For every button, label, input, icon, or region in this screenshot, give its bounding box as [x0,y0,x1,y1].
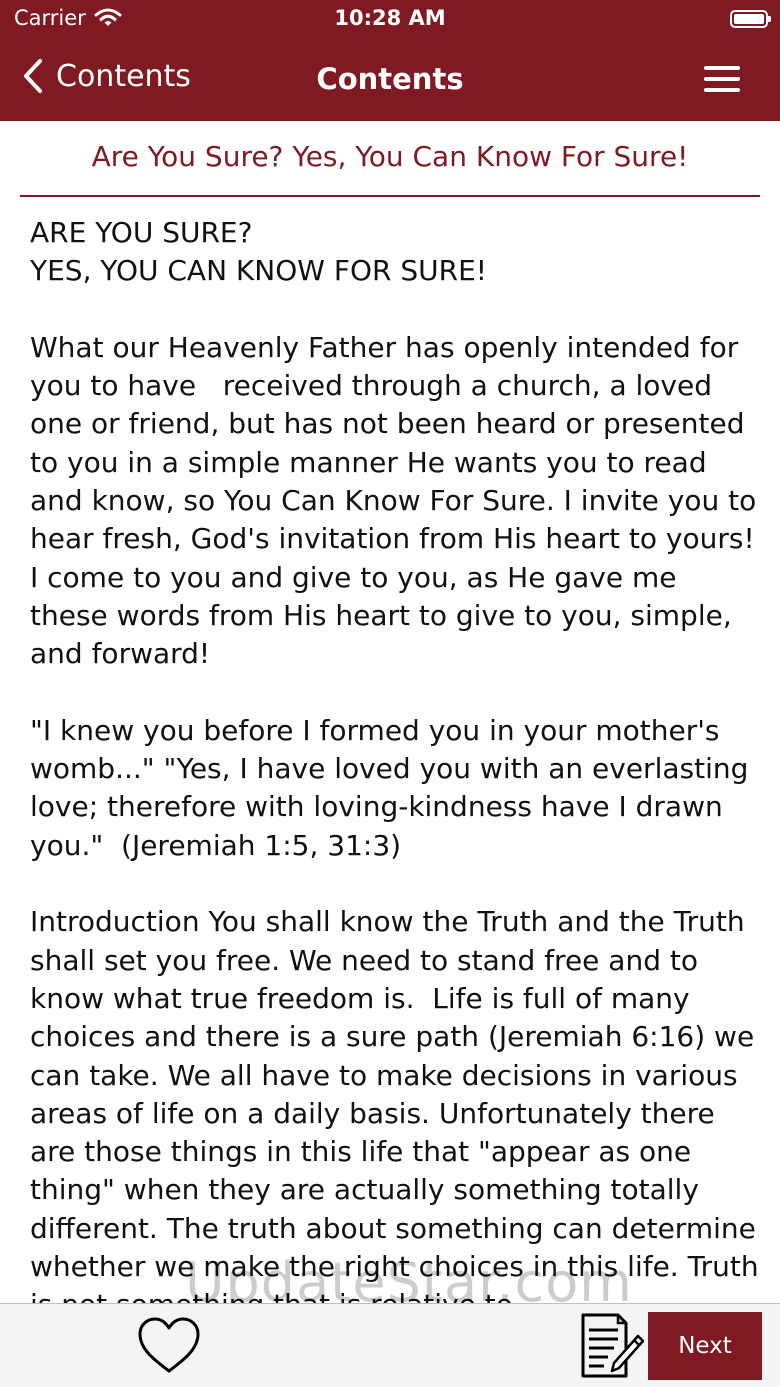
status-bar: Carrier 10:28 AM [0,0,780,40]
hamburger-menu-icon [704,88,740,92]
menu-button[interactable] [704,66,742,94]
status-time: 10:28 AM [334,6,446,30]
section-title: Are You Sure? Yes, You Can Know For Sure… [20,121,760,197]
top-bar: Carrier 10:28 AM Contents Contents [0,0,780,121]
navigation-bar: Contents Contents [0,40,780,121]
notes-button[interactable] [578,1312,645,1380]
notes-edit-icon [581,1313,645,1378]
app-screen: Carrier 10:28 AM Contents Contents Are Y… [0,0,780,1387]
battery-icon [730,10,771,28]
bottom-toolbar: Next [0,1303,780,1387]
hamburger-menu-icon [704,77,740,81]
article-body[interactable]: ARE YOU SURE? YES, YOU CAN KNOW FOR SURE… [30,214,760,1304]
hamburger-menu-icon [704,66,740,70]
page-title: Contents [316,62,464,96]
next-button[interactable]: Next [648,1312,762,1380]
heart-icon [138,1317,200,1373]
favorite-button[interactable] [136,1316,202,1376]
